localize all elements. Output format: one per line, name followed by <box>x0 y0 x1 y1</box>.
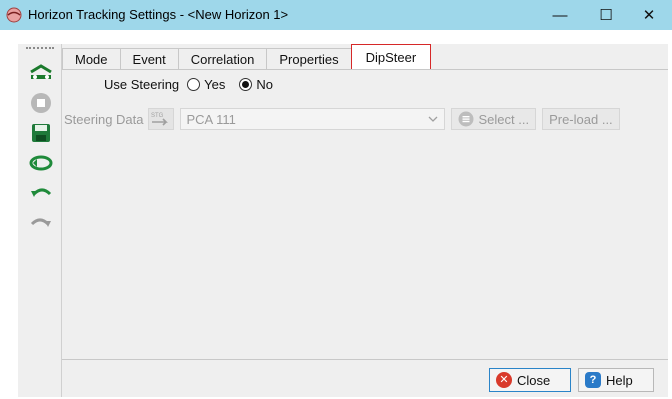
horizon-icon <box>30 64 52 79</box>
tab-dipsteer[interactable]: DipSteer <box>350 44 432 70</box>
retrack-tool-button[interactable] <box>28 152 54 174</box>
help-button[interactable]: ? Help <box>578 368 654 392</box>
minimize-button[interactable]: — <box>537 0 583 30</box>
use-steering-label: Use Steering <box>104 77 180 92</box>
close-icon: ✕ <box>642 7 656 24</box>
list-icon <box>458 111 473 127</box>
tab-event[interactable]: Event <box>119 48 179 70</box>
tab-label: Mode <box>75 52 108 67</box>
preload-button[interactable]: Pre-load ... <box>542 108 620 130</box>
svg-text:STG: STG <box>151 113 164 119</box>
tab-mode[interactable]: Mode <box>62 48 121 70</box>
close-circle-icon: ✕ <box>496 372 512 388</box>
steering-type-button[interactable]: STG <box>147 108 174 130</box>
select-button[interactable]: Select ... <box>450 108 537 130</box>
help-button-label: Help <box>606 372 633 388</box>
retrack-icon <box>29 155 53 171</box>
footer-divider <box>62 359 668 360</box>
steering-data-label: Steering Data <box>64 111 144 127</box>
yes-radio-label[interactable]: Yes <box>204 77 225 92</box>
maximize-button[interactable]: ☐ <box>583 0 629 30</box>
save-tool-button[interactable] <box>28 122 54 144</box>
use-steering-row: Use Steering Yes No <box>104 77 273 92</box>
dipsteer-pane: Use Steering Yes No Steering Data STG PC… <box>62 69 668 359</box>
close-button-label: Close <box>517 372 551 388</box>
steering-data-value: PCA 111 <box>186 111 236 127</box>
undo-icon <box>31 188 52 197</box>
redo-tool-button[interactable] <box>28 212 54 234</box>
window-title: Horizon Tracking Settings - <New Horizon… <box>28 7 289 22</box>
tab-correlation[interactable]: Correlation <box>177 48 268 70</box>
stop-icon <box>31 93 51 113</box>
steering-arrow-icon: STG <box>151 113 168 126</box>
chevron-down-icon <box>428 116 437 122</box>
select-button-label: Select ... <box>478 111 530 127</box>
steering-data-row: Steering Data STG PCA 111 Select ... Pre… <box>64 108 620 130</box>
toolbar-grip[interactable] <box>26 47 54 51</box>
redo-icon <box>30 218 51 227</box>
tab-label: Correlation <box>190 52 255 67</box>
no-radio[interactable] <box>239 78 253 91</box>
yes-radio[interactable] <box>187 78 201 91</box>
tab-properties[interactable]: Properties <box>266 48 352 70</box>
close-button[interactable]: ✕ Close <box>489 368 571 392</box>
horizon-tool-button[interactable] <box>28 62 54 84</box>
tab-label: Properties <box>279 52 339 67</box>
close-window-button[interactable]: ✕ <box>626 0 672 30</box>
settings-panel: Mode Event Correlation Properties DipSte… <box>62 44 668 397</box>
tab-label: Event <box>132 52 166 67</box>
maximize-icon: ☐ <box>599 7 613 24</box>
steering-data-select[interactable]: PCA 111 <box>179 108 445 130</box>
save-icon <box>32 124 50 142</box>
tracking-toolbar <box>18 44 62 397</box>
undo-tool-button[interactable] <box>28 182 54 204</box>
help-icon: ? <box>585 372 601 388</box>
stop-tool-button[interactable] <box>28 92 54 114</box>
radio-selected-dot <box>242 81 250 88</box>
no-radio-label[interactable]: No <box>256 77 273 92</box>
tab-bar: Mode Event Correlation Properties DipSte… <box>62 44 432 70</box>
minimize-icon: — <box>552 6 568 24</box>
app-icon <box>6 7 22 23</box>
title-bar: Horizon Tracking Settings - <New Horizon… <box>0 0 672 30</box>
preload-button-label: Pre-load ... <box>549 111 613 127</box>
tab-label: DipSteer <box>365 50 417 65</box>
